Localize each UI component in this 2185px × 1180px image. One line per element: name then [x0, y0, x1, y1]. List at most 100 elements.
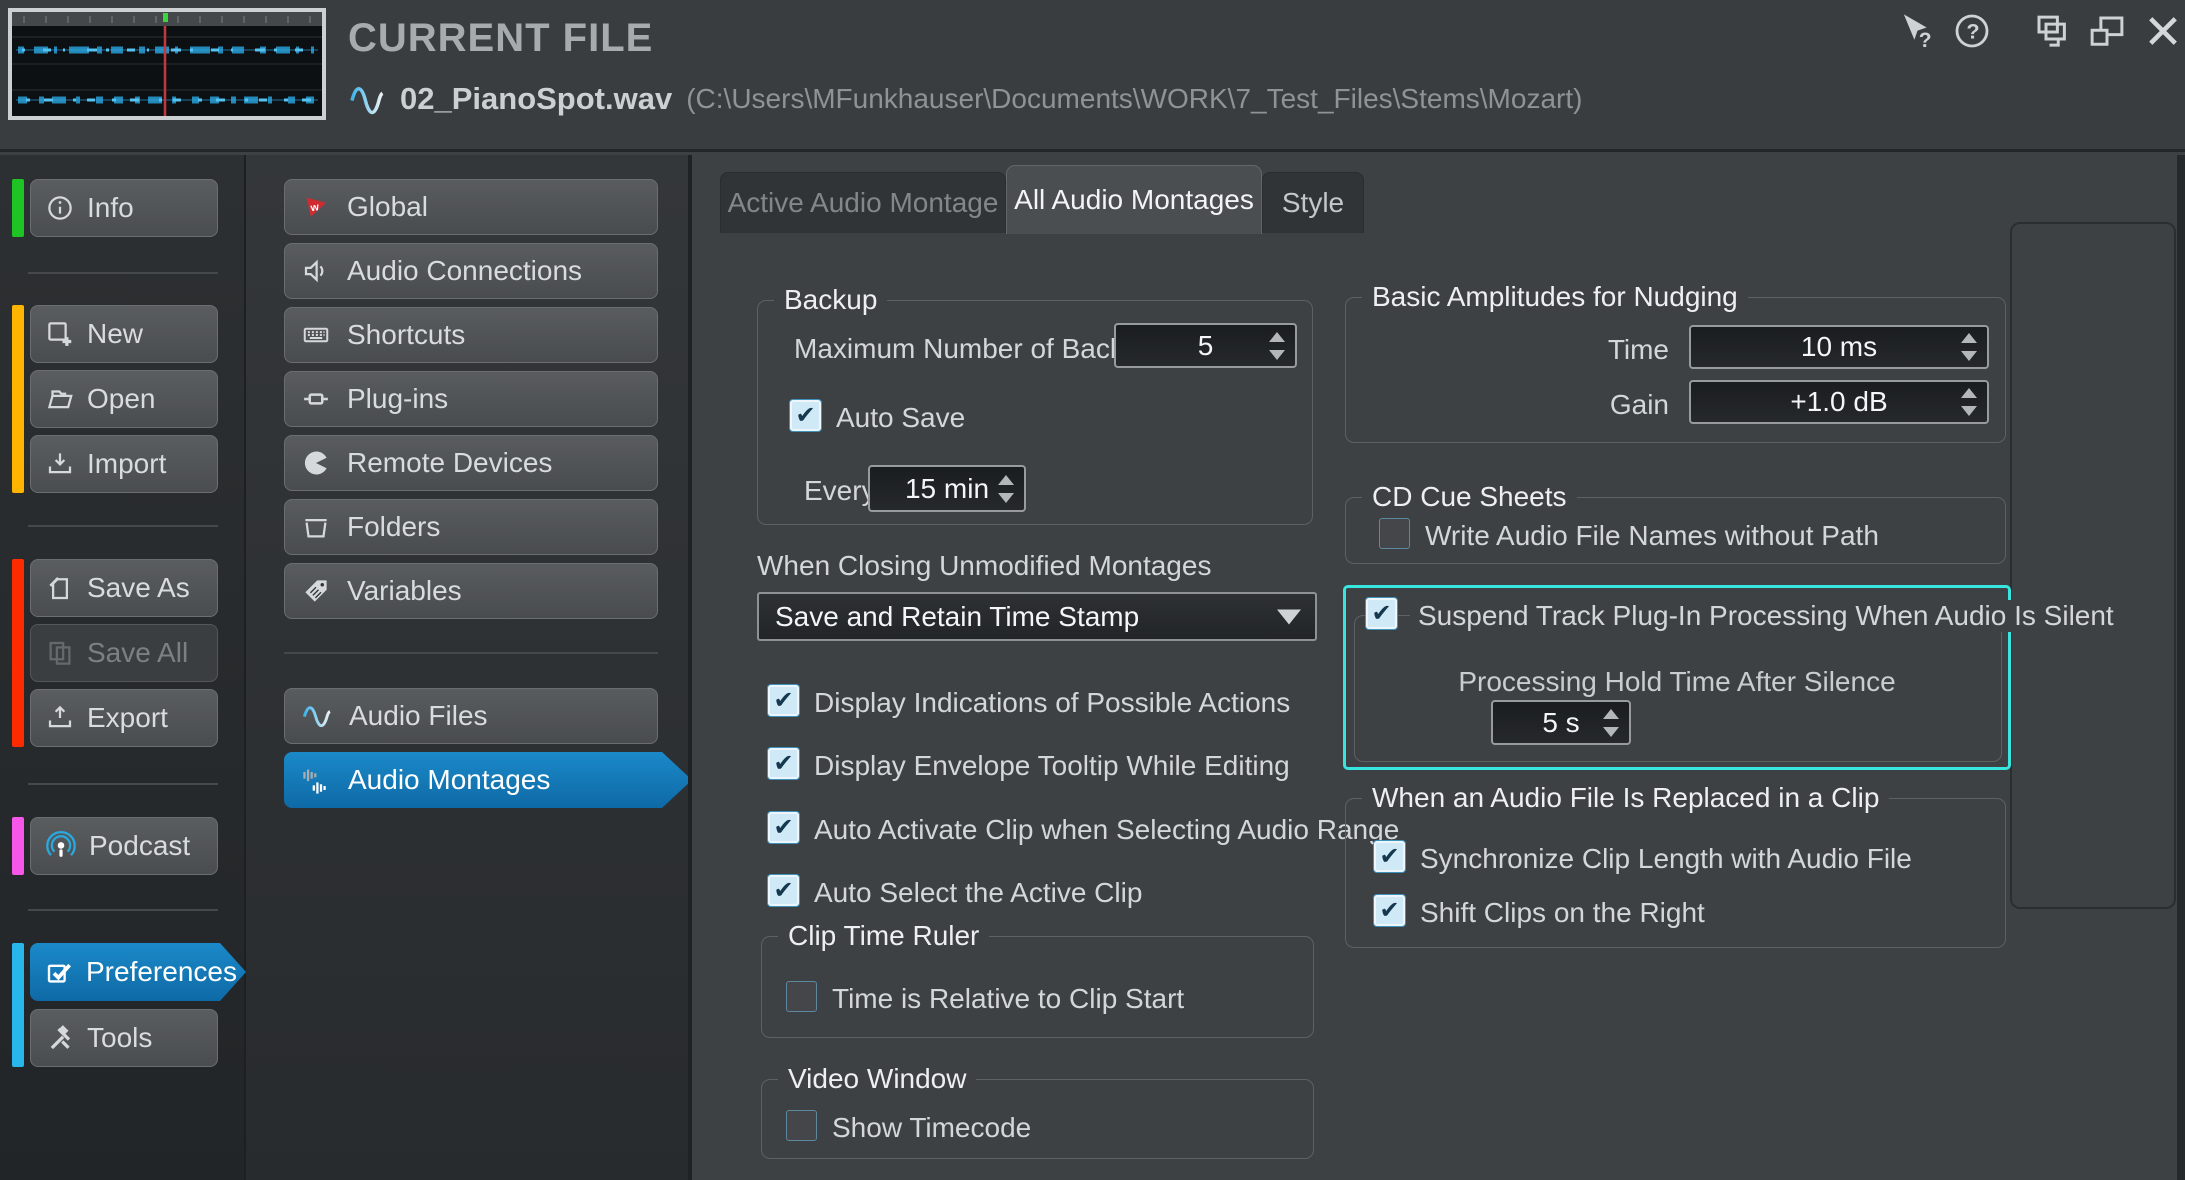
closing-montages-value: Save and Retain Time Stamp — [775, 600, 1140, 632]
category-label: Audio Connections — [347, 255, 583, 286]
category-global[interactable]: w Global — [284, 179, 658, 235]
auto-select-clip-label: Auto Select the Active Clip — [814, 877, 1143, 908]
clip-time-ruler-legend: Clip Time Ruler — [778, 920, 990, 952]
relative-time-checkbox[interactable] — [786, 981, 817, 1012]
tab-label: Active Audio Montage — [727, 187, 999, 218]
waveform-thumbnail — [8, 8, 326, 120]
info-icon — [48, 196, 72, 220]
every-label: Every — [804, 475, 876, 506]
cascade-windows-button[interactable] — [2032, 11, 2074, 53]
auto-select-clip-checkbox[interactable] — [768, 875, 799, 906]
tab-label: All Audio Montages — [1014, 184, 1254, 215]
waveform-preview-image — [12, 12, 322, 116]
category-remote-devices[interactable]: Remote Devices — [284, 435, 658, 491]
speaker-icon — [304, 259, 324, 283]
nudge-time-value: 10 ms — [1800, 331, 1878, 362]
category-label: Remote Devices — [347, 447, 553, 478]
category-plug-ins[interactable]: Plug-ins — [284, 371, 658, 427]
sidebar-item-export[interactable]: Export — [30, 689, 218, 747]
wavelab-logo-icon: w — [306, 197, 326, 217]
display-indications-checkbox[interactable] — [768, 685, 799, 716]
import-icon — [48, 453, 72, 474]
autosave-interval-stepper[interactable]: 15 min — [868, 465, 1026, 512]
sidebar-item-label: Export — [87, 702, 168, 733]
nudge-gain-label: Gain — [1609, 389, 1669, 420]
header-bar: CURRENT FILE 02_PianoSpot.wav (C:\Users\… — [0, 0, 2185, 152]
closing-montages-dropdown[interactable]: Save and Retain Time Stamp — [757, 592, 1317, 641]
sidebar-item-import[interactable]: Import — [30, 435, 218, 493]
write-names-checkbox[interactable] — [1379, 518, 1410, 549]
context-help-button[interactable]: ? — [1896, 10, 1938, 52]
sync-clip-length-label: Synchronize Clip Length with Audio File — [1420, 843, 1912, 874]
clip-time-ruler-group: Clip Time Ruler Time is Relative to Clip… — [761, 920, 1314, 1038]
category-audio-montages[interactable]: Audio Montages — [284, 752, 692, 808]
sidebar-item-save-as[interactable]: Save As — [30, 559, 218, 617]
tab-style[interactable]: Style — [1262, 172, 1364, 233]
category-label: Global — [347, 191, 428, 222]
category-shortcuts[interactable]: Shortcuts — [284, 307, 658, 363]
page-title: CURRENT FILE — [348, 16, 654, 60]
sync-clip-length-checkbox[interactable] — [1374, 841, 1405, 872]
video-window-group: Video Window Show Timecode — [761, 1063, 1314, 1159]
category-label: Shortcuts — [347, 319, 466, 350]
restore-window-button[interactable] — [2086, 11, 2128, 53]
sidebar-item-info[interactable]: Info — [30, 179, 218, 237]
remote-device-icon — [304, 451, 327, 475]
tab-active-audio-montage[interactable]: Active Audio Montage — [720, 172, 1006, 233]
new-file-icon — [48, 322, 72, 346]
tools-icon — [50, 1025, 71, 1050]
nudge-time-stepper[interactable]: 10 ms — [1689, 325, 1989, 369]
tab-all-audio-montages[interactable]: All Audio Montages — [1006, 165, 1262, 234]
category-audio-connections[interactable]: Audio Connections — [284, 243, 658, 299]
preferences-icon — [44, 957, 74, 987]
max-backups-stepper[interactable]: 5 — [1114, 323, 1297, 368]
max-backups-label: Maximum Number of Backups — [794, 333, 1170, 364]
close-icon[interactable] — [2142, 10, 2184, 52]
podcast-icon — [46, 831, 76, 857]
sidebar-item-tools[interactable]: Tools — [30, 1009, 218, 1067]
sidebar-item-save-all[interactable]: Save All — [30, 624, 218, 682]
suspend-processing-label: Suspend Track Plug-In Processing When Au… — [1410, 600, 2122, 632]
shift-clips-label: Shift Clips on the Right — [1420, 897, 1705, 928]
sidebar-item-new[interactable]: New — [30, 305, 218, 363]
category-variables[interactable]: Variables — [284, 563, 658, 619]
hold-time-label: Processing Hold Time After Silence — [1458, 666, 1896, 697]
stepper-arrows-icon[interactable] — [1603, 708, 1619, 737]
sidebar-item-label: Tools — [87, 1022, 153, 1053]
save-as-icon — [49, 577, 68, 600]
suspend-processing-checkbox[interactable] — [1366, 598, 1397, 629]
sidebar-item-preferences[interactable]: Preferences — [30, 943, 246, 1001]
shift-clips-checkbox[interactable] — [1374, 895, 1405, 926]
auto-save-checkbox[interactable] — [790, 400, 821, 431]
save-all-icon — [49, 641, 71, 665]
replace-group: When an Audio File Is Replaced in a Clip… — [1345, 782, 2006, 948]
category-label: Folders — [347, 511, 441, 542]
stepper-arrows-icon[interactable] — [1961, 388, 1977, 416]
cd-cue-sheets-legend: CD Cue Sheets — [1362, 481, 1577, 513]
category-label: Variables — [347, 575, 462, 606]
stepper-arrows-icon[interactable] — [1269, 331, 1285, 360]
help-button[interactable]: ? — [1952, 11, 1994, 53]
display-indications-label: Display Indications of Possible Actions — [814, 687, 1291, 718]
show-timecode-label: Show Timecode — [832, 1112, 1032, 1143]
auto-activate-clip-label: Auto Activate Clip when Selecting Audio … — [814, 814, 1400, 845]
stepper-arrows-icon[interactable] — [1961, 333, 1977, 361]
nudge-gain-stepper[interactable]: +1.0 dB — [1689, 380, 1989, 424]
hold-time-stepper[interactable]: 5 s — [1491, 700, 1631, 745]
plug-icon — [304, 393, 328, 405]
stepper-arrows-icon[interactable] — [998, 474, 1014, 503]
sidebar-item-podcast[interactable]: Podcast — [30, 817, 218, 875]
show-timecode-checkbox[interactable] — [786, 1110, 817, 1141]
file-sidebar: Info New Open Import Save As Save All Ex… — [0, 155, 246, 1180]
accent-save — [12, 559, 24, 747]
auto-activate-clip-checkbox[interactable] — [768, 812, 799, 843]
sidebar-item-label: Open — [87, 383, 156, 414]
folder-basket-icon — [305, 519, 327, 538]
category-folders[interactable]: Folders — [284, 499, 658, 555]
backup-legend: Backup — [774, 284, 888, 316]
envelope-tooltip-checkbox[interactable] — [768, 748, 799, 779]
category-audio-files[interactable]: Audio Files — [284, 688, 658, 744]
sidebar-item-open[interactable]: Open — [30, 370, 218, 428]
auto-save-label: Auto Save — [836, 402, 966, 433]
nudge-time-label: Time — [1607, 334, 1669, 365]
